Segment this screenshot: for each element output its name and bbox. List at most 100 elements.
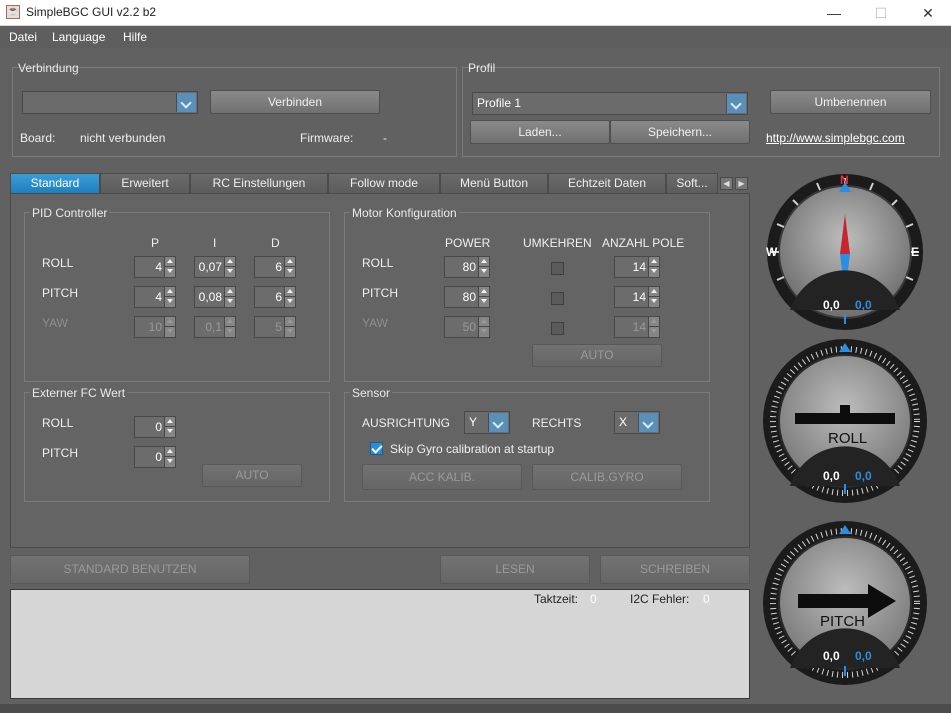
compass-east-label: E xyxy=(911,245,920,259)
cycle-time-value: 0 xyxy=(590,592,597,606)
pid-col-p: P xyxy=(151,236,160,250)
pid-pitch-d-spinner[interactable]: 6 xyxy=(254,286,296,308)
pitch-value-a: 0,0 xyxy=(823,649,840,663)
motor-pitch-power-value: 80 xyxy=(462,290,476,304)
pid-yaw-i-spinner[interactable]: 0,1 xyxy=(194,316,236,338)
i2c-errors-value: 0 xyxy=(703,592,710,606)
use-defaults-button[interactable]: STANDARD BENUTZEN xyxy=(10,555,250,584)
board-label: Board: xyxy=(20,131,56,145)
board-value: nicht verbunden xyxy=(80,131,166,145)
pid-yaw-d-value: 5 xyxy=(275,320,282,334)
acc-calib-button[interactable]: ACC KALIB. xyxy=(362,464,522,490)
motor-auto-button[interactable]: AUTO xyxy=(532,344,662,367)
tab-scroll-left-icon[interactable]: ◀ xyxy=(720,177,733,190)
load-button[interactable]: Laden... xyxy=(470,120,610,144)
tab-software[interactable]: Soft... xyxy=(666,173,718,193)
external-fc-pitch-spinner[interactable]: 0 xyxy=(134,446,176,468)
chevron-down-icon xyxy=(726,94,746,113)
pid-pitch-i-value: 0,08 xyxy=(198,290,222,304)
motor-pitch-poles-spinner[interactable]: 14 xyxy=(614,286,660,308)
external-fc-roll-spinner[interactable]: 0 xyxy=(134,416,176,438)
profile-select[interactable]: Profile 1 xyxy=(472,92,748,115)
window-title: SimpleBGC GUI v2.2 b2 xyxy=(26,5,157,19)
motor-roll-power-value: 80 xyxy=(462,260,476,274)
motor-roll-poles-value: 14 xyxy=(632,260,646,274)
motor-roll-reverse-checkbox[interactable] xyxy=(551,262,564,275)
orientation-select[interactable]: Y xyxy=(464,411,510,434)
pitch-gauge xyxy=(763,521,927,685)
right-axis-select[interactable]: X xyxy=(614,411,660,434)
external-fc-pitch-label: PITCH xyxy=(42,446,78,460)
compass-north-label: N xyxy=(840,173,849,187)
compass-value-b: 0,0 xyxy=(855,298,872,312)
website-link[interactable]: http://www.simplebgc.com xyxy=(766,131,905,145)
pid-pitch-i-spinner[interactable]: 0,08 xyxy=(194,286,236,308)
window-bottom-border xyxy=(0,704,951,713)
read-button[interactable]: LESEN xyxy=(440,555,590,584)
gyro-calib-button[interactable]: CALIB.GYRO xyxy=(532,464,682,490)
close-button[interactable]: ✕ xyxy=(905,0,951,26)
skip-gyro-label: Skip Gyro calibration at startup xyxy=(390,442,555,456)
pid-roll-d-spinner[interactable]: 6 xyxy=(254,256,296,278)
pid-yaw-p-value: 10 xyxy=(148,320,162,334)
tab-menu-button[interactable]: Menü Button xyxy=(440,173,548,193)
menu-file[interactable]: Datei xyxy=(9,30,37,44)
connection-group-label: Verbindung xyxy=(18,61,79,75)
tab-realtime-data[interactable]: Echtzeit Daten xyxy=(548,173,666,193)
skip-gyro-checkbox[interactable] xyxy=(370,442,383,455)
right-label: RECHTS xyxy=(532,416,582,430)
roll-gauge xyxy=(763,339,927,503)
profile-group-label: Profil xyxy=(468,61,496,75)
menu-bar: Datei Language Hilfe xyxy=(0,26,951,48)
motor-col-poles: ANZAHL POLE xyxy=(602,236,685,250)
pid-pitch-p-spinner[interactable]: 4 xyxy=(134,286,176,308)
maximize-button[interactable]: ☐ xyxy=(858,0,904,26)
motor-group-label: Motor Konfiguration xyxy=(350,206,459,220)
pitch-gauge-label: PITCH xyxy=(820,613,865,630)
chevron-down-icon xyxy=(176,93,196,112)
motor-yaw-label: YAW xyxy=(362,316,388,330)
menu-language[interactable]: Language xyxy=(52,30,105,44)
sensor-group-label: Sensor xyxy=(350,386,393,400)
tab-rc-settings[interactable]: RC Einstellungen xyxy=(190,173,328,193)
roll-value-b: 0,0 xyxy=(855,469,872,483)
port-select[interactable] xyxy=(22,91,198,114)
motor-yaw-power-value: 50 xyxy=(462,320,476,334)
minimize-button[interactable]: — xyxy=(811,0,857,26)
tab-scroll-right-icon[interactable]: ▶ xyxy=(735,177,748,190)
motor-pitch-reverse-checkbox[interactable] xyxy=(551,292,564,305)
tab-follow-mode[interactable]: Follow mode xyxy=(328,173,440,193)
i2c-errors-label: I2C Fehler: xyxy=(630,592,690,606)
pitch-value-b: 0,0 xyxy=(855,649,872,663)
pid-yaw-label: YAW xyxy=(42,316,68,330)
pid-pitch-label: PITCH xyxy=(42,286,78,300)
motor-col-reverse: UMKEHREN xyxy=(523,236,592,250)
compass-west-label: W xyxy=(766,245,778,259)
pid-roll-i-spinner[interactable]: 0,07 xyxy=(194,256,236,278)
save-profile-button[interactable]: Speichern... xyxy=(610,120,750,144)
external-fc-auto-button[interactable]: AUTO xyxy=(202,464,302,487)
orientation-label: AUSRICHTUNG xyxy=(362,416,451,430)
motor-roll-power-spinner[interactable]: 80 xyxy=(444,256,490,278)
roll-gauge-label: ROLL xyxy=(828,430,868,447)
pid-roll-p-spinner[interactable]: 4 xyxy=(134,256,176,278)
motor-col-power: POWER xyxy=(445,236,491,250)
external-fc-pitch-value: 0 xyxy=(155,450,162,464)
write-button[interactable]: SCHREIBEN xyxy=(600,555,750,584)
motor-yaw-power-spinner[interactable]: 50 xyxy=(444,316,490,338)
menu-help[interactable]: Hilfe xyxy=(123,30,147,44)
pid-yaw-d-spinner[interactable]: 5 xyxy=(254,316,296,338)
external-fc-group-label: Externer FC Wert xyxy=(30,386,128,400)
motor-yaw-poles-spinner[interactable]: 14 xyxy=(614,316,660,338)
motor-roll-poles-spinner[interactable]: 14 xyxy=(614,256,660,278)
motor-pitch-label: PITCH xyxy=(362,286,398,300)
motor-pitch-power-spinner[interactable]: 80 xyxy=(444,286,490,308)
motor-yaw-reverse-checkbox[interactable] xyxy=(551,322,564,335)
tab-standard[interactable]: Standard xyxy=(10,173,100,193)
motor-pitch-poles-value: 14 xyxy=(632,290,646,304)
pid-yaw-p-spinner[interactable]: 10 xyxy=(134,316,176,338)
connect-button[interactable]: Verbinden xyxy=(210,90,380,114)
tab-advanced[interactable]: Erweitert xyxy=(100,173,190,193)
rename-button[interactable]: Umbenennen xyxy=(770,90,931,114)
motor-yaw-poles-value: 14 xyxy=(632,320,646,334)
